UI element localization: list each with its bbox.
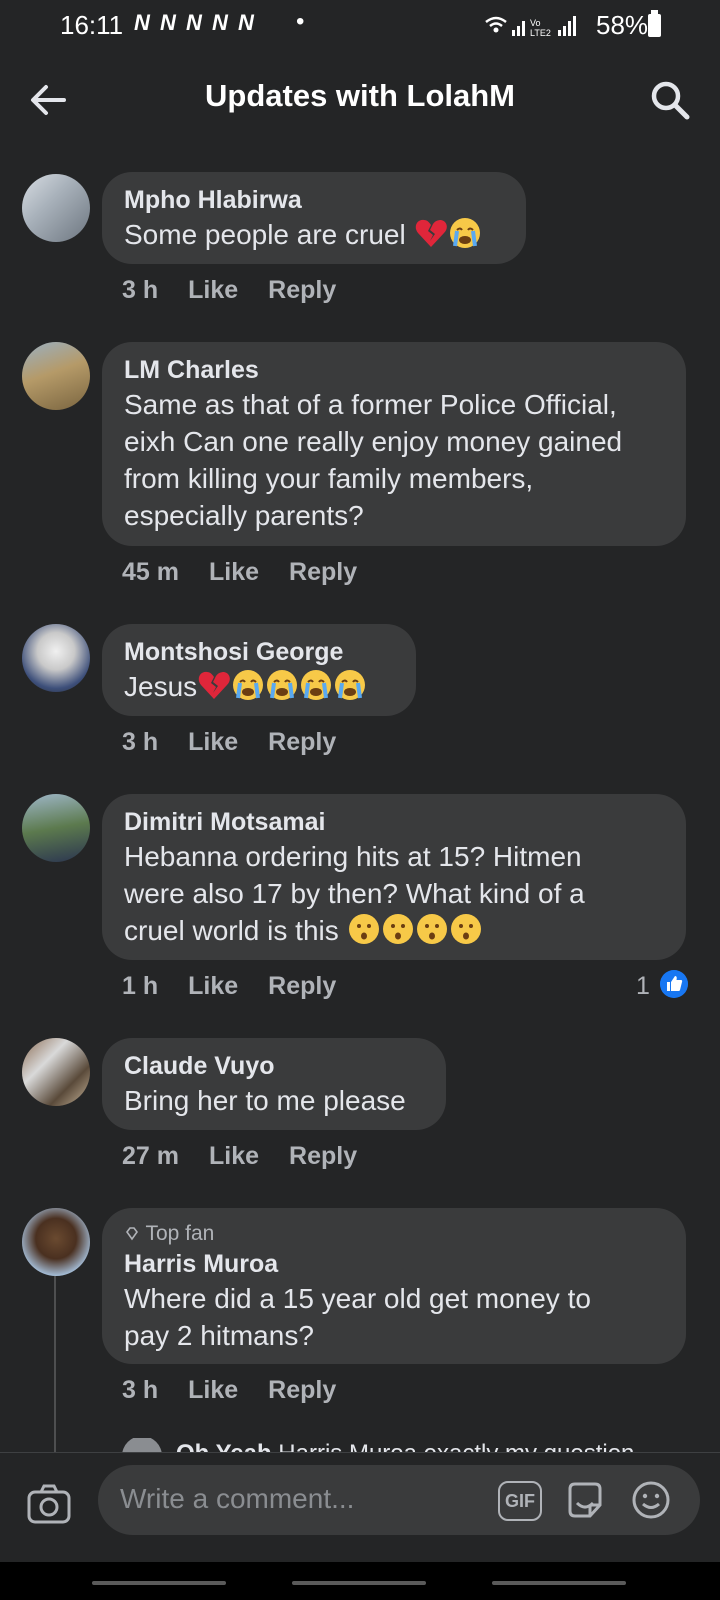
comment-time: 3 h (122, 1376, 159, 1404)
reply-thread-line (54, 1276, 56, 1456)
battery-percent: 58% (596, 10, 649, 40)
comment-text: Bring her to me please (124, 1085, 406, 1116)
commenter-name[interactable]: Montshosi George (124, 636, 394, 668)
reply-button[interactable]: Reply (268, 972, 336, 1000)
hushed-face-icon (348, 914, 379, 944)
commenter-name[interactable]: Harris Muroa (124, 1248, 664, 1280)
comment-time: 3 h (122, 276, 159, 304)
crying-face-icon (449, 218, 480, 248)
like-button[interactable]: Like (188, 728, 238, 756)
comment-input[interactable]: Write a comment... GIF (98, 1465, 700, 1535)
comment-text-line: pay 2 hitmans? (124, 1320, 314, 1351)
comment-text-line: from killing your family members, (124, 463, 534, 494)
recents-button[interactable] (92, 1581, 226, 1585)
back-button[interactable] (492, 1581, 626, 1585)
commenter-name[interactable]: Claude Vuyo (124, 1050, 424, 1082)
comment-bubble[interactable]: Claude Vuyo Bring her to me please (102, 1038, 446, 1130)
comment-bubble[interactable]: Montshosi George Jesus (102, 624, 416, 716)
avatar[interactable] (22, 624, 90, 692)
comment-time: 1 h (122, 972, 159, 1000)
crying-face-icon (335, 670, 366, 700)
comment-actions: 45 m Like Reply (122, 558, 387, 587)
search-icon[interactable] (648, 78, 692, 122)
comment-text-line: eixh Can one really enjoy money gained (124, 426, 623, 457)
system-navigation-bar (0, 1562, 720, 1600)
like-button[interactable]: Like (188, 276, 238, 304)
avatar[interactable] (22, 794, 90, 862)
crying-face-icon (301, 670, 332, 700)
svg-text:LTE2: LTE2 (530, 28, 551, 38)
commenter-name[interactable]: Mpho Hlabirwa (124, 184, 504, 216)
comment-time: 27 m (122, 1142, 179, 1170)
comment-bubble[interactable]: Mpho Hlabirwa Some people are cruel (102, 172, 526, 264)
like-button[interactable]: Like (209, 1142, 259, 1170)
hushed-face-icon (416, 914, 447, 944)
clock: 16:11 (60, 10, 124, 40)
crying-face-icon (233, 670, 264, 700)
hushed-face-icon (450, 914, 481, 944)
like-button[interactable]: Like (188, 1376, 238, 1404)
comment-actions: 3 h Like Reply (122, 1376, 366, 1405)
broken-heart-icon (198, 671, 230, 699)
avatar[interactable] (22, 174, 90, 242)
reply-button[interactable]: Reply (289, 558, 357, 586)
comment-bubble[interactable]: Top fan Harris Muroa Where did a 15 year… (102, 1208, 686, 1364)
signal-icons: Vo LTE2 (485, 16, 576, 38)
like-button[interactable]: Like (209, 558, 259, 586)
partial-reply-text: Oh Yeah Harris Muroa exactly my question (176, 1440, 634, 1452)
comment-text-line: Same as that of a former Police Official… (124, 389, 617, 420)
comment-actions: 3 h Like Reply (122, 276, 366, 305)
comment-placeholder: Write a comment... (120, 1483, 355, 1514)
svg-text:Vo: Vo (530, 18, 541, 28)
broken-heart-icon (415, 219, 447, 247)
comment-text-line: were also 17 by then? What kind of a (124, 878, 585, 909)
top-fan-badge: Top fan (124, 1220, 664, 1248)
like-reaction-icon[interactable] (660, 970, 688, 998)
commenter-name[interactable]: LM Charles (124, 354, 664, 386)
comment-text-line: Hebanna ordering hits at 15? Hitmen (124, 841, 582, 872)
comment-composer: Write a comment... GIF (0, 1452, 720, 1563)
crying-face-icon (267, 670, 298, 700)
like-button[interactable]: Like (188, 972, 238, 1000)
comment-text-line: especially parents? (124, 500, 364, 531)
avatar[interactable] (22, 1038, 90, 1106)
notification-icons: N N N N N (134, 10, 256, 35)
status-bar: 16:11 N N N N N • Vo LTE2 58% (0, 0, 720, 52)
comment-actions: 3 h Like Reply (122, 728, 366, 757)
partial-reply[interactable]: Oh Yeah Harris Muroa exactly my question (122, 1438, 682, 1452)
page-title: Updates with LolahM (205, 78, 515, 113)
commenter-name[interactable]: Dimitri Motsamai (124, 806, 664, 838)
battery-icon (648, 10, 661, 37)
diamond-icon (126, 1227, 138, 1241)
avatar[interactable] (22, 1208, 90, 1276)
comment-text: Jesus (124, 668, 394, 705)
comment-text: Some people are cruel (124, 216, 504, 253)
comment-bubble[interactable]: Dimitri Motsamai Hebanna ordering hits a… (102, 794, 686, 960)
comment-text-line: cruel world is this (124, 912, 664, 949)
reply-button[interactable]: Reply (289, 1142, 357, 1170)
home-button[interactable] (292, 1581, 426, 1585)
sticker-icon[interactable] (564, 1479, 606, 1521)
comment-time: 3 h (122, 728, 159, 756)
comment-text-line: Where did a 15 year old get money to (124, 1283, 591, 1314)
comment-actions: 27 m Like Reply (122, 1142, 387, 1171)
more-notifications-dot: • (296, 8, 305, 35)
avatar[interactable] (22, 342, 90, 410)
gif-button[interactable]: GIF (498, 1481, 542, 1521)
comment-bubble[interactable]: LM Charles Same as that of a former Poli… (102, 342, 686, 546)
avatar[interactable] (122, 1438, 162, 1452)
reply-button[interactable]: Reply (268, 728, 336, 756)
reaction-count[interactable]: 1 (636, 972, 650, 1001)
reply-button[interactable]: Reply (268, 276, 336, 304)
camera-icon[interactable] (26, 1481, 72, 1527)
comment-time: 45 m (122, 558, 179, 586)
emoji-icon[interactable] (630, 1479, 672, 1521)
top-app-bar: Updates with LolahM (0, 52, 720, 144)
comment-actions: 1 h Like Reply (122, 972, 366, 1001)
hushed-face-icon (382, 914, 413, 944)
reply-button[interactable]: Reply (268, 1376, 336, 1404)
